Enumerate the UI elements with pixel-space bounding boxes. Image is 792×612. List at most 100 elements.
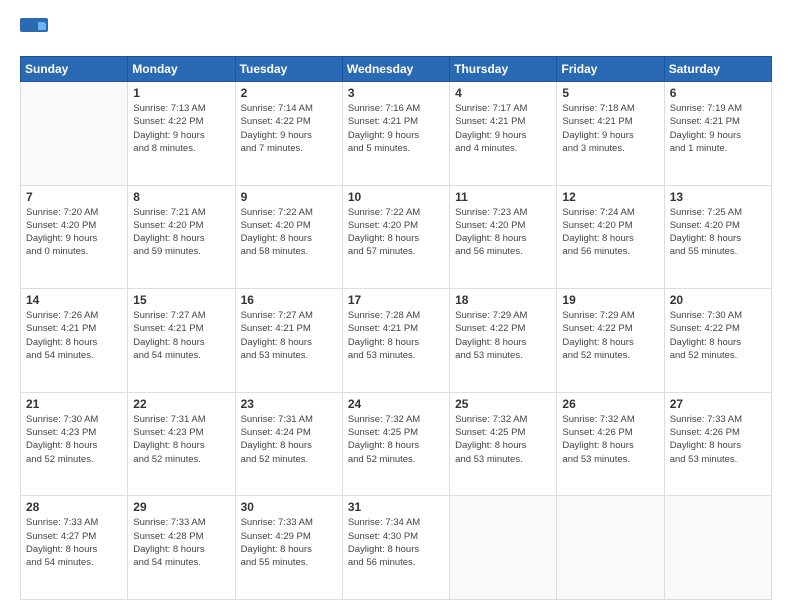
calendar-day-cell: 22Sunrise: 7:31 AM Sunset: 4:23 PM Dayli… [128,392,235,496]
day-number: 30 [241,500,337,514]
calendar-day-cell: 17 Sunrise: 7:28 AM Sunset: 4:21 PM Dayli… [342,289,449,393]
day-number: 23 [241,397,337,411]
day-info: Sunrise: 7:17 AM Sunset: 4:21 PM Dayligh… [455,102,551,155]
day-info: Sunrise: 7:13 AM Sunset: 4:22 PM Dayligh… [133,102,229,155]
day-number: 8 [133,190,229,204]
calendar-week-row: 28 Sunrise: 7:33 AM Sunset: 4:27 PM Dayli… [21,496,772,600]
day-number: 18 [455,293,551,307]
day-info: Sunrise: 7:21 AM Sunset: 4:20 PM Dayligh… [133,206,229,259]
day-info: Sunrise: 7:34 AM Sunset: 4:30 PM Dayligh… [348,516,444,569]
day-number: 10 [348,190,444,204]
calendar-day-cell: 2 Sunrise: 7:14 AM Sunset: 4:22 PM Daylig… [235,82,342,186]
calendar-day-cell: 29 Sunrise: 7:33 AM Sunset: 4:28 PM Dayli… [128,496,235,600]
day-number: 7 [26,190,122,204]
header [20,18,772,46]
day-info: Sunrise: 7:14 AM Sunset: 4:22 PM Dayligh… [241,102,337,155]
page: SundayMondayTuesdayWednesdayThursdayFrid… [0,0,792,612]
day-info: Sunrise: 7:33 AM Sunset: 4:28 PM Dayligh… [133,516,229,569]
calendar-week-row: 1Sunrise: 7:13 AM Sunset: 4:22 PM Daylig… [21,82,772,186]
day-info: Sunrise: 7:24 AM Sunset: 4:20 PM Dayligh… [562,206,658,259]
weekday-header: Sunday [21,57,128,82]
calendar-week-row: 14Sunrise: 7:26 AM Sunset: 4:21 PM Dayli… [21,289,772,393]
day-info: Sunrise: 7:22 AM Sunset: 4:20 PM Dayligh… [348,206,444,259]
weekday-header: Saturday [664,57,771,82]
weekday-header: Thursday [450,57,557,82]
day-info: Sunrise: 7:33 AM Sunset: 4:29 PM Dayligh… [241,516,337,569]
weekday-header: Wednesday [342,57,449,82]
day-info: Sunrise: 7:29 AM Sunset: 4:22 PM Dayligh… [455,309,551,362]
calendar-day-cell: 11 Sunrise: 7:23 AM Sunset: 4:20 PM Dayli… [450,185,557,289]
calendar-table: SundayMondayTuesdayWednesdayThursdayFrid… [20,56,772,600]
day-info: Sunrise: 7:32 AM Sunset: 4:25 PM Dayligh… [348,413,444,466]
day-info: Sunrise: 7:33 AM Sunset: 4:27 PM Dayligh… [26,516,122,569]
calendar-day-cell: 9 Sunrise: 7:22 AM Sunset: 4:20 PM Daylig… [235,185,342,289]
day-number: 9 [241,190,337,204]
day-info: Sunrise: 7:29 AM Sunset: 4:22 PM Dayligh… [562,309,658,362]
day-number: 29 [133,500,229,514]
day-number: 5 [562,86,658,100]
day-number: 27 [670,397,766,411]
calendar-day-cell: 30 Sunrise: 7:33 AM Sunset: 4:29 PM Dayli… [235,496,342,600]
calendar-day-cell: 16 Sunrise: 7:27 AM Sunset: 4:21 PM Dayli… [235,289,342,393]
day-number: 16 [241,293,337,307]
logo-icon [20,18,48,46]
weekday-header: Monday [128,57,235,82]
day-number: 28 [26,500,122,514]
calendar-week-row: 21 Sunrise: 7:30 AM Sunset: 4:23 PM Dayli… [21,392,772,496]
day-info: Sunrise: 7:20 AM Sunset: 4:20 PM Dayligh… [26,206,122,259]
day-number: 4 [455,86,551,100]
day-info: Sunrise: 7:27 AM Sunset: 4:21 PM Dayligh… [133,309,229,362]
day-info: Sunrise: 7:27 AM Sunset: 4:21 PM Dayligh… [241,309,337,362]
day-number: 31 [348,500,444,514]
calendar-day-cell: 20Sunrise: 7:30 AM Sunset: 4:22 PM Dayli… [664,289,771,393]
calendar-day-cell: 28 Sunrise: 7:33 AM Sunset: 4:27 PM Dayli… [21,496,128,600]
day-number: 22 [133,397,229,411]
day-number: 13 [670,190,766,204]
calendar-day-cell: 24 Sunrise: 7:32 AM Sunset: 4:25 PM Dayli… [342,392,449,496]
day-number: 17 [348,293,444,307]
calendar-day-cell: 12 Sunrise: 7:24 AM Sunset: 4:20 PM Dayli… [557,185,664,289]
day-number: 2 [241,86,337,100]
calendar-header-row: SundayMondayTuesdayWednesdayThursdayFrid… [21,57,772,82]
day-info: Sunrise: 7:32 AM Sunset: 4:26 PM Dayligh… [562,413,658,466]
calendar-day-cell: 19 Sunrise: 7:29 AM Sunset: 4:22 PM Dayli… [557,289,664,393]
calendar-day-cell: 5Sunrise: 7:18 AM Sunset: 4:21 PM Daylig… [557,82,664,186]
weekday-header: Friday [557,57,664,82]
day-info: Sunrise: 7:28 AM Sunset: 4:21 PM Dayligh… [348,309,444,362]
day-number: 25 [455,397,551,411]
calendar-day-cell [664,496,771,600]
day-number: 19 [562,293,658,307]
day-info: Sunrise: 7:30 AM Sunset: 4:23 PM Dayligh… [26,413,122,466]
calendar-day-cell: 25 Sunrise: 7:32 AM Sunset: 4:25 PM Dayli… [450,392,557,496]
calendar-day-cell: 15Sunrise: 7:27 AM Sunset: 4:21 PM Dayli… [128,289,235,393]
day-info: Sunrise: 7:32 AM Sunset: 4:25 PM Dayligh… [455,413,551,466]
calendar-day-cell [557,496,664,600]
calendar-day-cell: 18 Sunrise: 7:29 AM Sunset: 4:22 PM Dayli… [450,289,557,393]
day-info: Sunrise: 7:33 AM Sunset: 4:26 PM Dayligh… [670,413,766,466]
day-info: Sunrise: 7:23 AM Sunset: 4:20 PM Dayligh… [455,206,551,259]
logo [20,18,52,46]
calendar-day-cell: 1Sunrise: 7:13 AM Sunset: 4:22 PM Daylig… [128,82,235,186]
day-number: 12 [562,190,658,204]
calendar-day-cell: 8 Sunrise: 7:21 AM Sunset: 4:20 PM Daylig… [128,185,235,289]
day-info: Sunrise: 7:30 AM Sunset: 4:22 PM Dayligh… [670,309,766,362]
calendar-day-cell: 26 Sunrise: 7:32 AM Sunset: 4:26 PM Dayli… [557,392,664,496]
calendar-day-cell: 23 Sunrise: 7:31 AM Sunset: 4:24 PM Dayli… [235,392,342,496]
day-number: 11 [455,190,551,204]
calendar-week-row: 7 Sunrise: 7:20 AM Sunset: 4:20 PM Daylig… [21,185,772,289]
calendar-day-cell: 14Sunrise: 7:26 AM Sunset: 4:21 PM Dayli… [21,289,128,393]
calendar-day-cell: 4 Sunrise: 7:17 AM Sunset: 4:21 PM Daylig… [450,82,557,186]
day-number: 14 [26,293,122,307]
calendar-day-cell [450,496,557,600]
calendar-day-cell: 3Sunrise: 7:16 AM Sunset: 4:21 PM Daylig… [342,82,449,186]
day-number: 26 [562,397,658,411]
calendar-day-cell: 31 Sunrise: 7:34 AM Sunset: 4:30 PM Dayli… [342,496,449,600]
day-info: Sunrise: 7:31 AM Sunset: 4:24 PM Dayligh… [241,413,337,466]
calendar-day-cell: 13 Sunrise: 7:25 AM Sunset: 4:20 PM Dayli… [664,185,771,289]
day-info: Sunrise: 7:22 AM Sunset: 4:20 PM Dayligh… [241,206,337,259]
day-info: Sunrise: 7:16 AM Sunset: 4:21 PM Dayligh… [348,102,444,155]
day-info: Sunrise: 7:25 AM Sunset: 4:20 PM Dayligh… [670,206,766,259]
day-number: 21 [26,397,122,411]
day-number: 24 [348,397,444,411]
day-number: 6 [670,86,766,100]
